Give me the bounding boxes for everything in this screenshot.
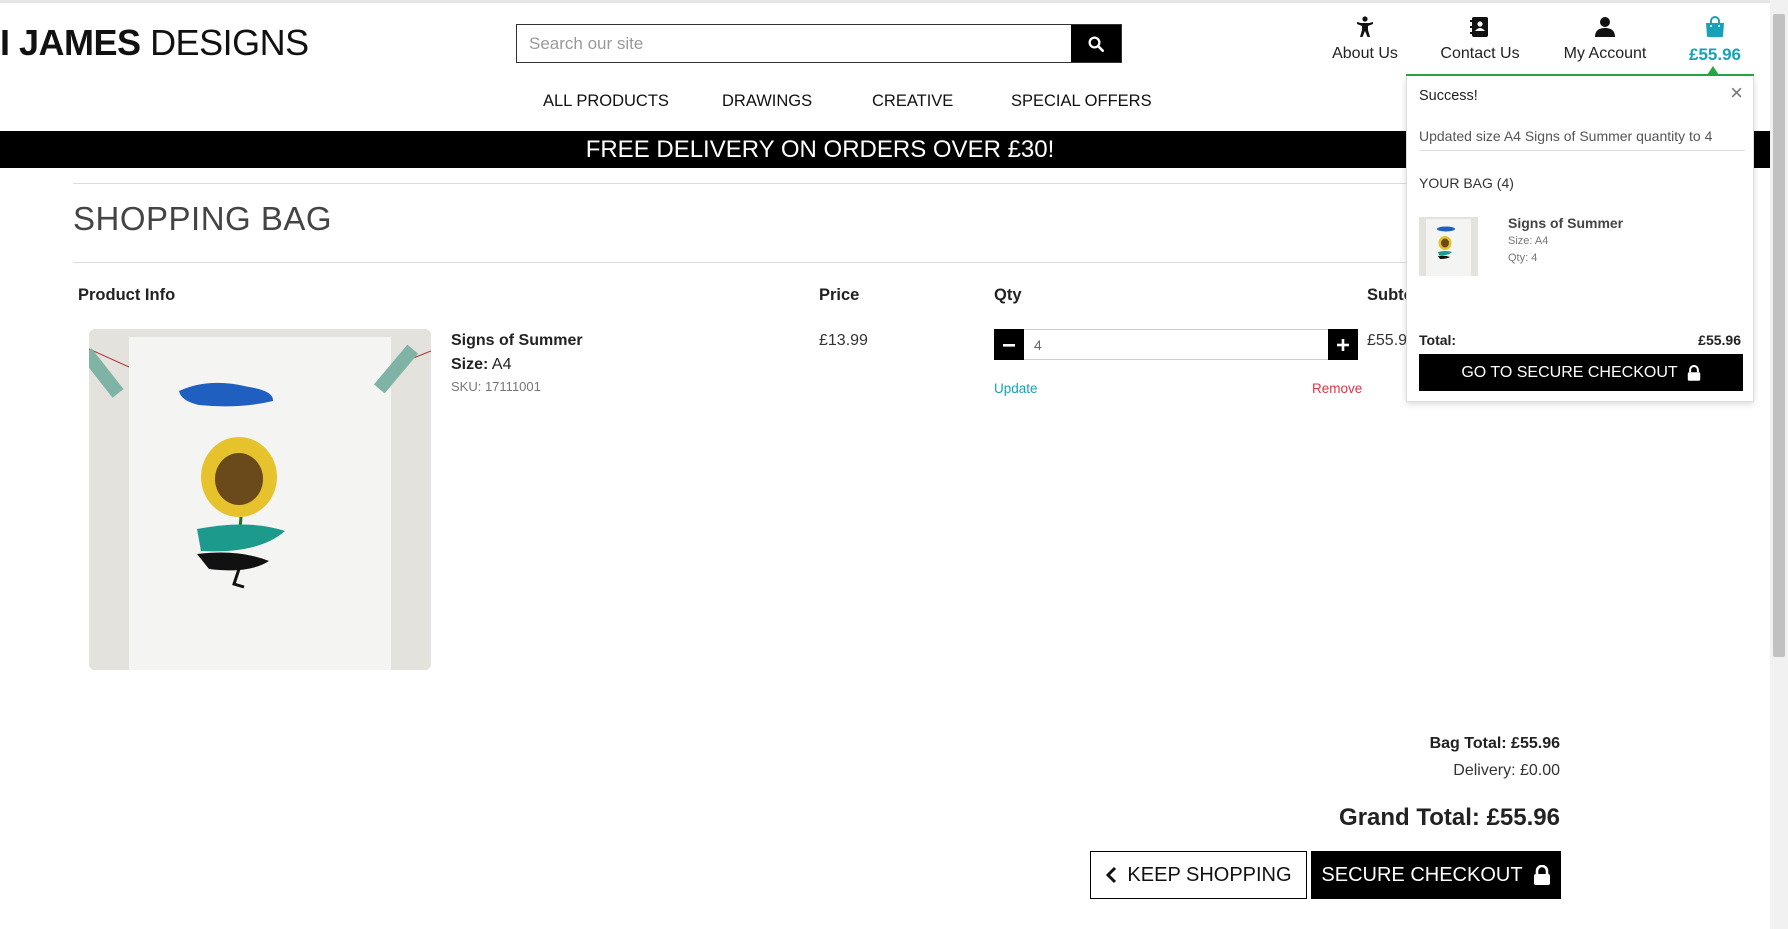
- toast-message: Updated size A4 Signs of Summer quantity…: [1419, 128, 1745, 151]
- toast-item-name: Signs of Summer: [1508, 215, 1624, 231]
- shopping-bag-icon: [1706, 16, 1724, 37]
- my-account-label: My Account: [1563, 45, 1647, 62]
- page-scrollbar-thumb[interactable]: [1773, 14, 1785, 657]
- divider-header: [73, 262, 1473, 263]
- nav-drawings[interactable]: DRAWINGS: [722, 92, 812, 111]
- person-raised-arms-icon: [1357, 16, 1373, 37]
- contact-us-link[interactable]: Contact Us: [1437, 16, 1523, 72]
- plus-icon: [1337, 338, 1349, 351]
- toast-checkout-label: GO TO SECURE CHECKOUT: [1461, 363, 1678, 381]
- chevron-left-icon: [1106, 866, 1117, 884]
- toast-bag-heading: YOUR BAG (4): [1419, 175, 1514, 191]
- delivery-cost: Delivery: £0.00: [1453, 762, 1560, 779]
- lock-icon: [1533, 865, 1550, 885]
- quantity-input[interactable]: [1024, 329, 1328, 360]
- bag-toast-caret: [1707, 66, 1719, 75]
- product-sku: SKU: 17111001: [451, 379, 541, 394]
- minus-icon: [1003, 343, 1015, 347]
- user-icon: [1595, 17, 1615, 37]
- site-logo[interactable]: I JAMES DESIGNS: [0, 22, 309, 64]
- toast-title: Success!: [1419, 88, 1478, 104]
- product-price: £13.99: [819, 332, 868, 349]
- nav-special-offers[interactable]: SPECIAL OFFERS: [1011, 92, 1152, 111]
- secure-checkout-label: SECURE CHECKOUT: [1321, 863, 1523, 886]
- about-us-link[interactable]: About Us: [1332, 16, 1398, 72]
- header-price: Price: [819, 286, 860, 304]
- toast-item-size: Size: A4: [1508, 235, 1549, 247]
- remove-link[interactable]: Remove: [1312, 381, 1362, 396]
- toast-checkout-button[interactable]: GO TO SECURE CHECKOUT: [1419, 354, 1743, 391]
- product-subtotal: £55.96: [1367, 332, 1407, 349]
- search-input[interactable]: [517, 25, 1071, 62]
- size-value: A4: [491, 356, 512, 373]
- size-label: Size:: [451, 356, 489, 373]
- logo-light-text: DESIGNS: [150, 22, 309, 63]
- increment-button[interactable]: [1328, 329, 1358, 360]
- nav-creative[interactable]: CREATIVE: [872, 92, 953, 111]
- update-link[interactable]: Update: [994, 381, 1038, 396]
- quantity-stepper: [994, 329, 1358, 360]
- success-toast: Success! × Updated size A4 Signs of Summ…: [1406, 76, 1754, 402]
- toast-total-label: Total:: [1419, 332, 1457, 348]
- toast-item-qty: Qty: 4: [1508, 252, 1538, 264]
- shopping-bag-link[interactable]: £55.96: [1685, 16, 1745, 72]
- decrement-button[interactable]: [994, 329, 1024, 360]
- header-qty: Qty: [994, 286, 1022, 304]
- keep-shopping-button[interactable]: KEEP SHOPPING: [1090, 851, 1307, 899]
- divider-top: [73, 183, 1473, 184]
- keep-shopping-label: KEEP SHOPPING: [1127, 863, 1292, 886]
- logo-bold-text: I JAMES: [0, 22, 141, 63]
- my-account-link[interactable]: My Account: [1560, 16, 1650, 72]
- search-icon: [1088, 36, 1105, 52]
- search-bar: [516, 24, 1122, 63]
- top-border: [0, 0, 1770, 3]
- bag-total-label: £55.96: [1689, 45, 1741, 64]
- page-title: SHOPPING BAG: [73, 200, 333, 237]
- toast-total-value: £55.96: [1698, 332, 1741, 348]
- toast-close-button[interactable]: ×: [1730, 82, 1743, 104]
- grand-total: Grand Total: £55.96: [1339, 804, 1560, 831]
- nav-all-products[interactable]: ALL PRODUCTS: [543, 92, 669, 111]
- contact-us-label: Contact Us: [1440, 45, 1520, 62]
- about-us-label: About Us: [1332, 45, 1398, 62]
- header-product-info: Product Info: [78, 286, 176, 304]
- address-book-icon: [1470, 17, 1488, 37]
- product-image: [89, 329, 431, 670]
- secure-checkout-button[interactable]: SECURE CHECKOUT: [1311, 851, 1561, 899]
- header-subtotal: Subtotal: [1367, 286, 1407, 304]
- search-button[interactable]: [1071, 25, 1121, 62]
- product-size: Size: A4: [451, 356, 511, 374]
- bag-total: Bag Total: £55.96: [1429, 735, 1560, 752]
- toast-product-thumbnail: [1419, 217, 1478, 276]
- lock-icon: [1687, 364, 1700, 381]
- product-name: Signs of Summer: [451, 332, 583, 349]
